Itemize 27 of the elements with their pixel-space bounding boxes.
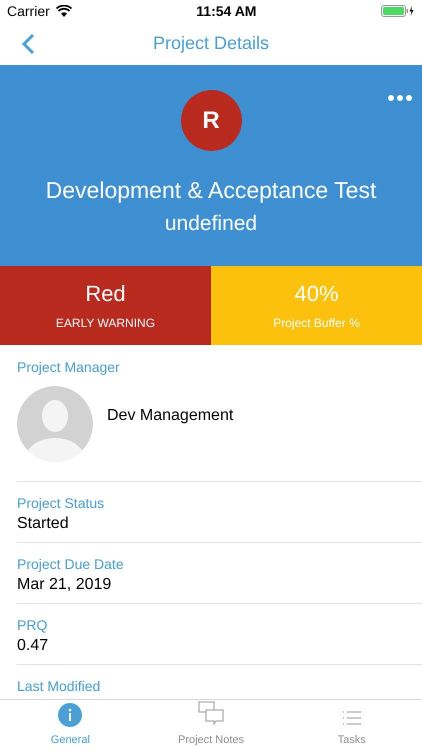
list-icon: [342, 708, 362, 726]
stat-caption: EARLY WARNING: [56, 314, 156, 332]
field-label: Project Status: [17, 494, 106, 512]
page-title: Project Details: [152, 32, 270, 55]
more-button[interactable]: [386, 93, 414, 103]
field-label: Project Due Date: [17, 555, 125, 573]
field-label: PRQ: [17, 616, 48, 634]
info-icon: [58, 702, 82, 726]
battery-icon: [381, 5, 415, 17]
field-value: Mar 21, 2019: [17, 575, 112, 595]
project-subtitle: undefined: [164, 211, 258, 237]
field-value: Started: [17, 514, 70, 534]
project-title: Development & Acceptance Test: [46, 176, 376, 205]
manager-name: Dev Management: [107, 406, 234, 426]
clock-text: 11:54 AM: [196, 2, 256, 20]
field-label: Project Manager: [17, 358, 121, 376]
stat-caption: Project Buffer %: [273, 314, 360, 332]
project-initial-avatar: R: [180, 90, 242, 151]
stat-value: Red: [85, 280, 126, 308]
wifi-icon: [56, 5, 72, 17]
field-value: 0.47: [17, 636, 50, 656]
field-label: Last Modified: [17, 677, 102, 695]
carrier-text: Carrier: [7, 2, 50, 20]
tab-button[interactable]: Project Notes: [140, 700, 282, 750]
tab-button[interactable]: General: [0, 700, 141, 750]
tab-button[interactable]: Tasks: [281, 700, 422, 750]
stat-value: 40%: [294, 280, 339, 308]
